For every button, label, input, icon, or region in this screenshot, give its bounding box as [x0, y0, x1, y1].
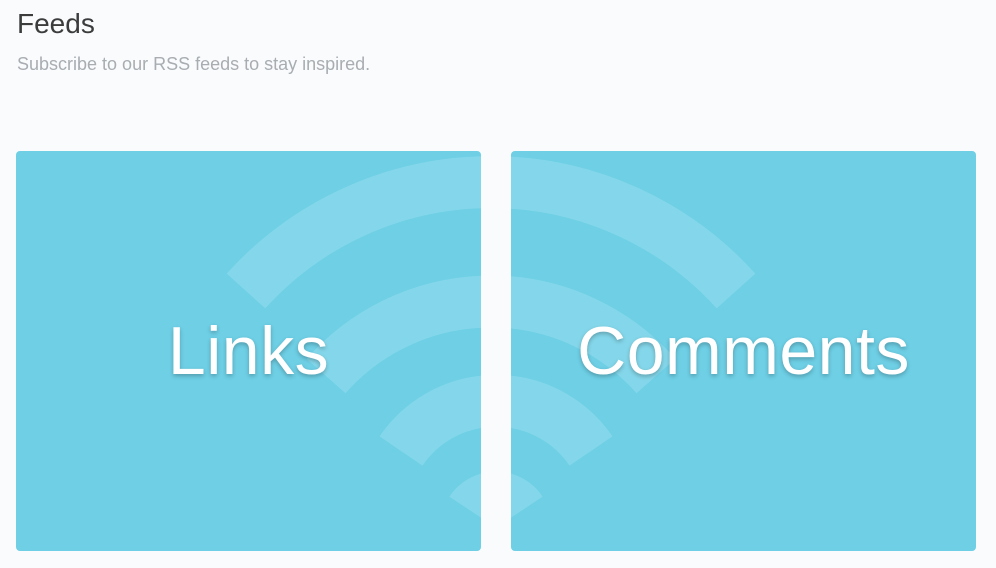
feed-tile-links[interactable]: Links [16, 151, 481, 551]
page-title: Feeds [17, 8, 95, 39]
page-subtitle: Subscribe to our RSS feeds to stay inspi… [17, 54, 371, 74]
feed-tile-label: Comments [577, 313, 910, 389]
feeds-page: Feeds Subscribe to our RSS feeds to stay… [0, 0, 996, 568]
feed-tile-label: Links [167, 313, 330, 389]
feed-tile-comments[interactable]: Comments [511, 151, 976, 551]
